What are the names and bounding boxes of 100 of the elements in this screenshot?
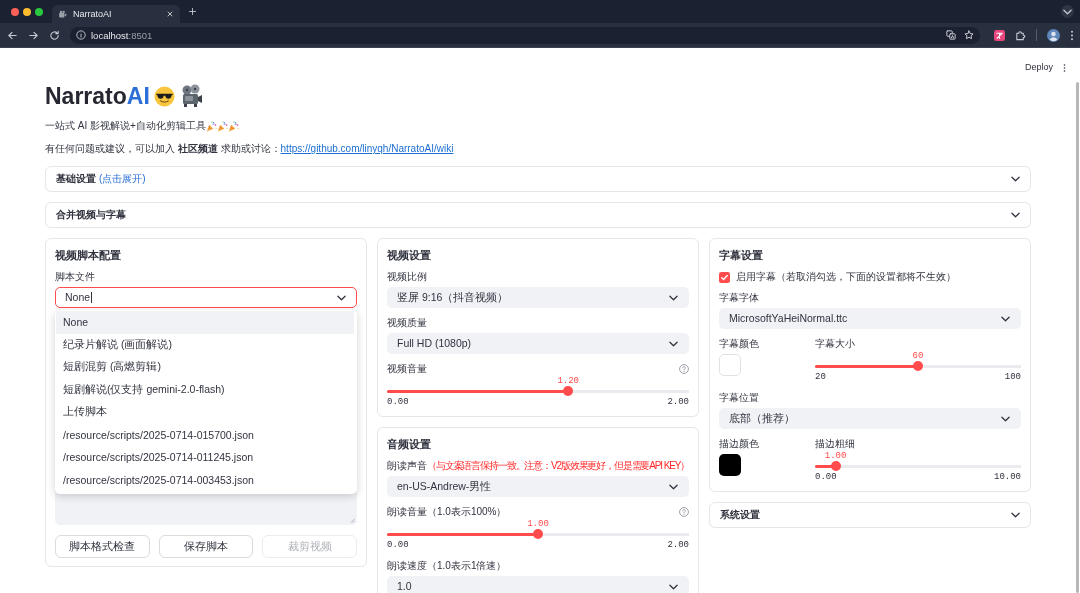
dropdown[interactable]: 底部（推荐） xyxy=(719,408,1021,429)
chevron-down-icon xyxy=(669,294,678,301)
window-close-button[interactable] xyxy=(11,7,19,16)
field-note: （与文案语言保持一致。注意：V2版效果更好，但是需要API KEY） xyxy=(427,460,690,472)
slider-min-label: 0.00 xyxy=(387,396,409,408)
slider-max-label: 10.00 xyxy=(994,471,1021,483)
chevron-down-icon xyxy=(669,583,678,590)
menu-option[interactable]: 纪录片解说 (画面解说) xyxy=(55,333,357,356)
help-icon[interactable] xyxy=(679,364,689,374)
dropdown[interactable]: None xyxy=(55,287,357,308)
party-popper-icon xyxy=(205,120,217,132)
expander-header[interactable]: 合并视频与字幕 xyxy=(45,202,1031,228)
sunglasses-face-icon xyxy=(153,85,175,107)
slider-value: 1.20 xyxy=(557,377,579,386)
slider-thumb[interactable] xyxy=(533,529,543,539)
field-label: 字幕字体 xyxy=(719,292,759,304)
puzzle-icon[interactable] xyxy=(1015,29,1026,41)
card-title: 音频设置 xyxy=(387,437,432,451)
slider-max-label: 100 xyxy=(1004,371,1021,383)
action-button[interactable]: 保存脚本 xyxy=(158,535,254,558)
slider-min-label: 0.00 xyxy=(815,471,837,483)
slider-max-label: 2.00 xyxy=(667,396,689,408)
browser-tab[interactable]: NarratoAI xyxy=(52,5,180,23)
dropdown[interactable]: 1.0 xyxy=(387,576,689,593)
field-label: 朗读音量（1.0表示100%） xyxy=(387,506,507,518)
scrollbar-thumb[interactable] xyxy=(1076,82,1079,593)
dropdown[interactable]: en-US-Andrew-男性 xyxy=(387,476,689,497)
field-label: 描边颜色 xyxy=(719,438,759,450)
color-swatch[interactable] xyxy=(719,454,741,476)
star-icon[interactable] xyxy=(964,30,974,40)
plus-icon[interactable] xyxy=(188,7,197,16)
field-label: 字幕位置 xyxy=(719,392,759,404)
menu-option[interactable]: 短剧解说(仅支持 gemini-2.0-flash) xyxy=(55,378,357,401)
wiki-link[interactable]: https://github.com/linyqh/NarratoAI/wiki xyxy=(280,143,454,154)
slider-value: 1.00 xyxy=(527,520,549,529)
tab-search-button[interactable] xyxy=(1061,5,1074,18)
checkbox-label: 启用字幕（若取消勾选，下面的设置都将不生效） xyxy=(736,271,956,283)
field-label: 朗读速度（1.0表示1倍速） xyxy=(387,560,507,572)
more-icon[interactable] xyxy=(1063,63,1066,73)
help-icon[interactable] xyxy=(679,507,689,517)
checkbox[interactable] xyxy=(719,271,730,283)
reload-icon[interactable] xyxy=(49,29,60,41)
card-title: 视频设置 xyxy=(387,248,432,262)
slider-value: 1.00 xyxy=(824,452,847,461)
slider-thumb[interactable] xyxy=(563,386,574,396)
app-title: NarratoAI xyxy=(45,82,150,111)
field-label: 视频音量 xyxy=(387,363,427,375)
field-label: 脚本文件 xyxy=(55,271,95,283)
card-title: 视频脚本配置 xyxy=(55,248,122,262)
menu-option[interactable]: 短剧混剪 (高燃剪辑) xyxy=(55,356,357,379)
field-label: 视频质量 xyxy=(387,317,427,329)
menu-option[interactable]: /resource/scripts/2025-0714-003453.json xyxy=(55,468,357,491)
menu-option[interactable]: None xyxy=(56,311,354,334)
chevron-down-icon xyxy=(1001,315,1010,322)
back-arrow-icon[interactable] xyxy=(7,29,18,41)
chevron-down-icon xyxy=(1011,512,1020,518)
slider-thumb[interactable] xyxy=(913,361,923,371)
menu-option[interactable]: /resource/scripts/2025-0714-015700.json xyxy=(55,423,357,446)
expander-title: 系统设置 xyxy=(720,508,760,522)
window-maximize-button[interactable] xyxy=(35,7,43,16)
translate-icon[interactable] xyxy=(946,30,956,40)
close-icon[interactable] xyxy=(166,10,174,18)
slider-min-label: 20 xyxy=(815,371,826,383)
menu-option[interactable]: /resource/scripts/2025-0714-011245.json xyxy=(55,446,357,469)
menu-option[interactable]: 上传脚本 xyxy=(55,401,357,424)
more-icon[interactable] xyxy=(1070,29,1074,41)
color-swatch[interactable] xyxy=(719,354,741,376)
deploy-button[interactable]: Deploy xyxy=(1025,62,1053,73)
expander-title: 基础设置 xyxy=(56,172,96,186)
window-minimize-button[interactable] xyxy=(23,7,31,16)
card-title: 字幕设置 xyxy=(719,248,764,262)
dropdown[interactable]: Full HD (1080p) xyxy=(387,333,689,354)
expander-hint: (点击展开) xyxy=(99,172,146,186)
dropdown[interactable]: MicrosoftYaHeiNormal.ttc xyxy=(719,308,1021,329)
resize-handle-icon[interactable] xyxy=(350,518,355,523)
avatar-icon[interactable] xyxy=(1047,28,1060,42)
address-bar[interactable]: localhost:8501 xyxy=(70,26,980,44)
expander-title: 合并视频与字幕 xyxy=(56,208,126,222)
party-popper-icon xyxy=(227,120,239,132)
chevron-down-icon xyxy=(669,483,678,490)
slider-max-label: 2.00 xyxy=(667,539,689,551)
page-favicon-icon xyxy=(58,9,67,19)
field-label: 字幕颜色 xyxy=(719,338,759,350)
info-icon[interactable] xyxy=(76,30,86,40)
party-popper-icon xyxy=(216,120,228,132)
expander-header[interactable]: 系统设置 xyxy=(709,502,1031,528)
chevron-down-icon xyxy=(669,340,678,347)
chevron-down-icon xyxy=(1001,415,1010,422)
slider-thumb[interactable] xyxy=(830,461,841,471)
forward-arrow-icon[interactable] xyxy=(28,29,39,41)
action-button[interactable]: 脚本格式检查 xyxy=(55,535,150,558)
expander-header[interactable]: 基础设置 (点击展开) xyxy=(45,166,1031,192)
extension-icon[interactable] xyxy=(994,29,1005,41)
field-label: 字幕大小 xyxy=(815,338,855,350)
dropdown[interactable]: 竖屏 9:16（抖音视频） xyxy=(387,287,689,308)
chevron-down-icon xyxy=(337,294,346,301)
slider-min-label: 0.00 xyxy=(387,539,409,551)
help-text: 有任何问题或建议，可以加入 社区频道 求助或讨论：https://github.com/linyqh/NarratoAI/wiki xyxy=(45,142,455,156)
chevron-down-icon xyxy=(1063,8,1072,15)
tagline: 一站式 AI 影视解说+自动化剪辑工具 xyxy=(45,119,206,133)
